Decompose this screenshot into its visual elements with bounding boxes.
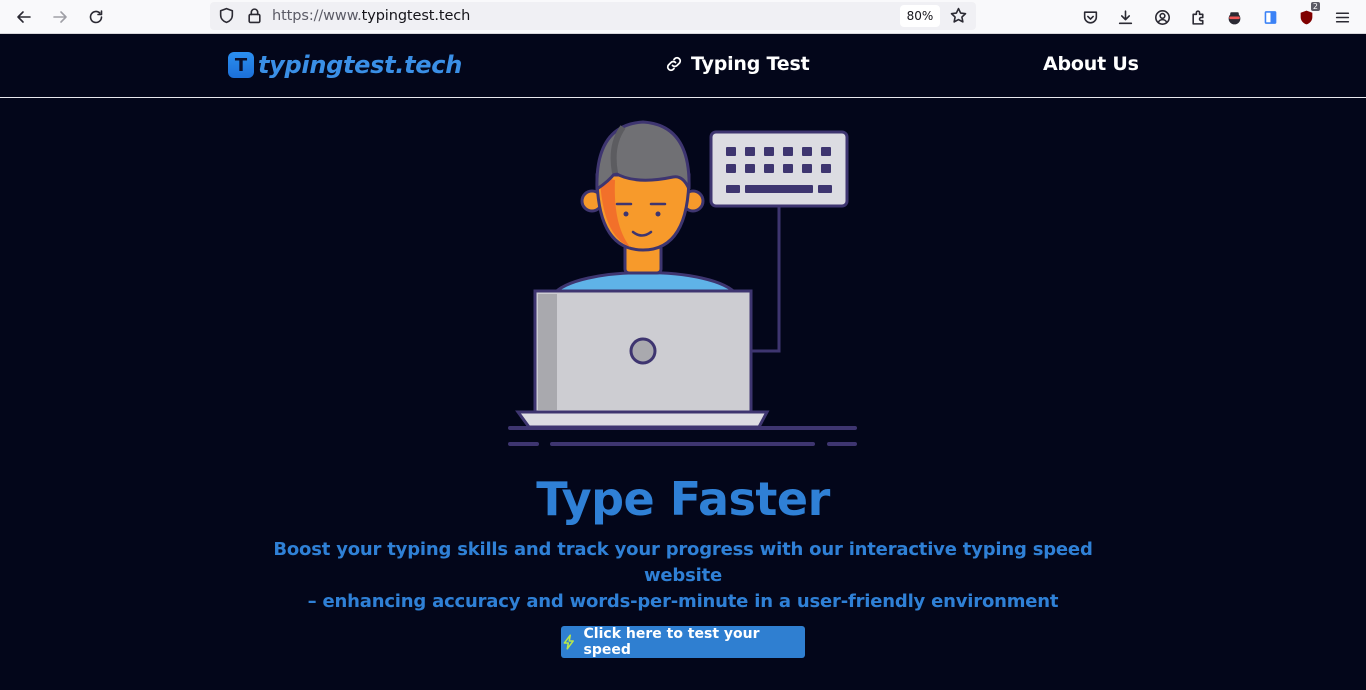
sidebar-icon xyxy=(1264,10,1276,24)
nav-about-us-label: About Us xyxy=(1043,53,1139,75)
pocket-icon xyxy=(1083,10,1097,24)
pocket-button[interactable] xyxy=(1076,3,1104,31)
downloads-button[interactable] xyxy=(1111,3,1139,31)
reload-icon xyxy=(89,10,103,24)
bookmark-star-icon[interactable] xyxy=(950,7,967,29)
url-prefix: https://www. xyxy=(272,8,362,24)
browser-toolbar: https://www.typingtest.tech 80% 2 xyxy=(0,0,1366,34)
person-head xyxy=(595,120,691,252)
hero-title: Type Faster xyxy=(536,472,830,526)
nav-typing-test[interactable]: Typing Test xyxy=(665,53,810,75)
ublock-button[interactable]: 2 xyxy=(1292,2,1320,31)
account-button[interactable] xyxy=(1148,3,1176,31)
hero-subtitle-line1: Boost your typing skills and track your … xyxy=(273,539,1093,586)
link-icon xyxy=(666,56,682,72)
download-icon xyxy=(1118,9,1132,24)
hero-subtitle: Boost your typing skills and track your … xyxy=(260,537,1106,615)
laptop-illustration xyxy=(515,289,770,429)
forward-arrow-icon xyxy=(53,11,67,23)
test-speed-button-label: Click here to test your speed xyxy=(583,626,760,658)
reload-button[interactable] xyxy=(82,3,110,31)
typing-person-illustration xyxy=(508,120,857,446)
account-icon xyxy=(1154,9,1170,25)
site-logo[interactable]: T typingtest.tech xyxy=(228,51,462,79)
site-header: T typingtest.tech Typing Test About Us xyxy=(0,34,1366,98)
ublock-shield-icon xyxy=(1300,10,1312,24)
lock-icon[interactable] xyxy=(246,7,263,29)
logo-mark: T xyxy=(228,52,254,78)
logo-text: typingtest.tech xyxy=(258,51,462,79)
tracking-shield-icon[interactable] xyxy=(218,7,235,29)
menu-button[interactable] xyxy=(1328,3,1356,31)
puzzle-icon xyxy=(1191,9,1204,25)
extension-spy-button[interactable] xyxy=(1220,3,1248,31)
zoom-level[interactable]: 80% xyxy=(900,5,940,27)
url-domain: typingtest.tech xyxy=(361,8,471,24)
extension-sidebar-button[interactable] xyxy=(1256,3,1284,31)
hero-subtitle-line2: – enhancing accuracy and words-per-minut… xyxy=(307,591,1059,612)
url-text[interactable]: https://www.typingtest.tech xyxy=(272,8,470,24)
nav-typing-test-label: Typing Test xyxy=(691,53,810,75)
spy-icon xyxy=(1228,11,1240,24)
back-arrow-icon xyxy=(17,11,31,23)
hamburger-menu-icon xyxy=(1335,11,1349,23)
extensions-button[interactable] xyxy=(1184,3,1212,31)
extension-badge: 2 xyxy=(1310,2,1320,11)
nav-about-us[interactable]: About Us xyxy=(1043,53,1139,75)
lightning-icon xyxy=(563,634,574,650)
address-bar[interactable]: https://www.typingtest.tech 80% xyxy=(210,2,976,30)
test-speed-button[interactable]: Click here to test your speed xyxy=(561,626,805,658)
back-button[interactable] xyxy=(10,3,38,31)
forward-button[interactable] xyxy=(46,3,74,31)
